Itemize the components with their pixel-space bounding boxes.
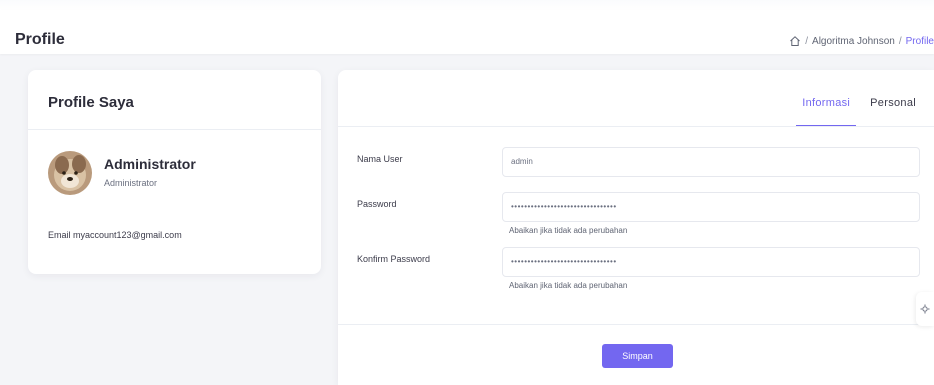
profile-card-title: Profile Saya <box>48 94 134 111</box>
user-email: Email myaccount123@gmail.com <box>48 230 182 240</box>
username-label: Nama User <box>357 154 403 164</box>
avatar <box>48 151 92 195</box>
username-input[interactable]: admin <box>502 147 920 177</box>
page-header: Profile / Algoritma Johnson / Profile <box>0 10 934 54</box>
breadcrumb-separator: / <box>805 35 809 47</box>
breadcrumb-item-profile: Profile <box>905 35 934 47</box>
breadcrumb: / Algoritma Johnson / Profile <box>789 35 934 47</box>
breadcrumb-separator: / <box>898 35 902 47</box>
user-role: Administrator <box>104 178 158 188</box>
divider <box>28 129 321 130</box>
profile-form-card: Informasi Personal Nama User admin Passw… <box>338 70 934 385</box>
settings-icon[interactable] <box>916 292 934 326</box>
confirm-password-label: Konfirm Password <box>357 254 431 264</box>
tab-bar: Informasi Personal <box>796 97 916 127</box>
password-label: Password <box>357 199 397 209</box>
password-hint: Abaikan jika tidak ada perubahan <box>509 226 628 235</box>
breadcrumb-item-algoritma[interactable]: Algoritma Johnson <box>812 36 895 47</box>
profile-card: Profile Saya Administrator Administrator… <box>28 70 321 274</box>
save-button[interactable]: Simpan <box>602 344 673 368</box>
confirm-password-input[interactable]: •••••••••••••••••••••••••••••••• <box>502 247 920 277</box>
home-icon[interactable] <box>789 35 801 47</box>
page-title: Profile <box>15 31 65 48</box>
divider <box>338 126 934 127</box>
top-strip <box>0 0 934 10</box>
divider <box>338 324 934 325</box>
user-name: Administrator <box>104 156 196 172</box>
password-input[interactable]: •••••••••••••••••••••••••••••••• <box>502 192 920 222</box>
tab-personal[interactable]: Personal <box>870 97 916 127</box>
confirm-password-hint: Abaikan jika tidak ada perubahan <box>509 281 628 290</box>
tab-informasi[interactable]: Informasi <box>796 97 857 127</box>
